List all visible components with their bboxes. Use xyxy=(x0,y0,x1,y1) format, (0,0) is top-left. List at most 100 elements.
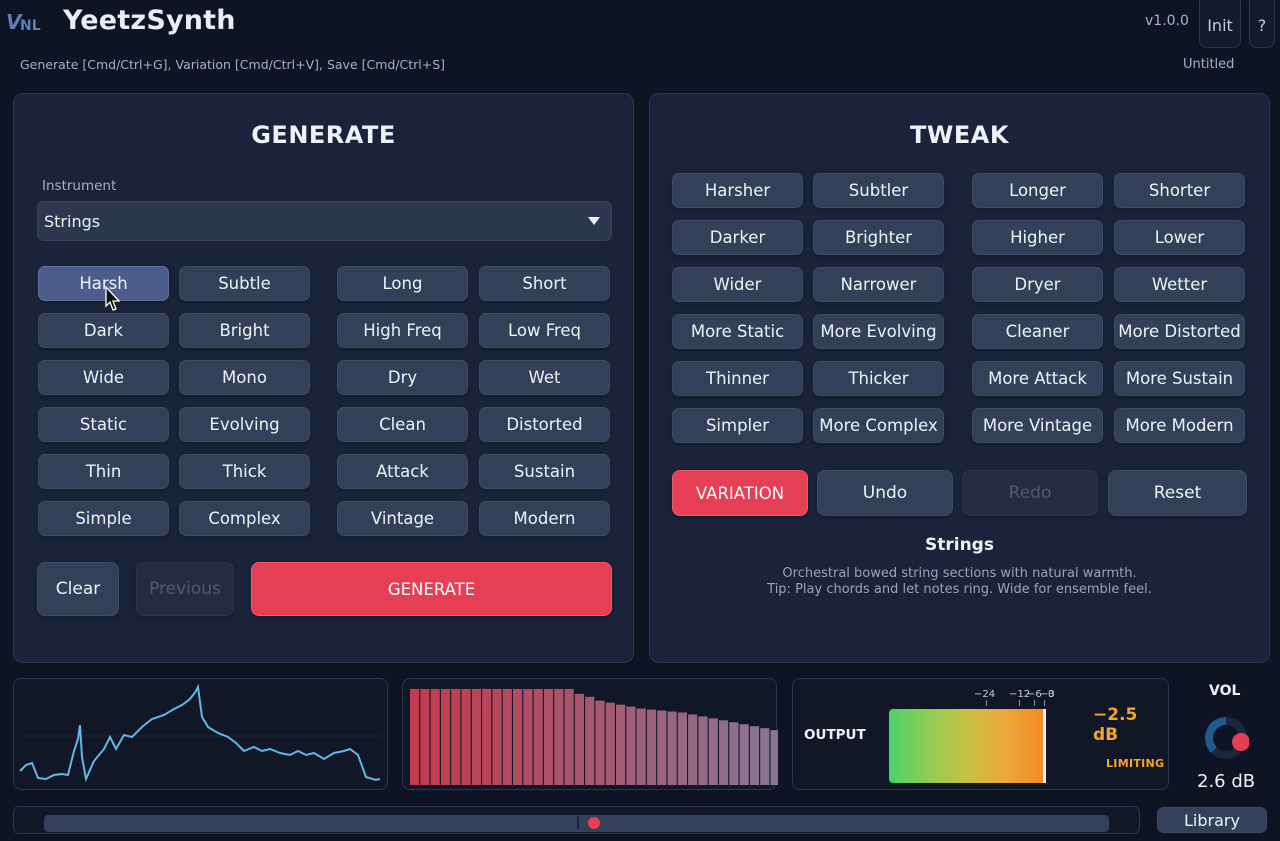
meter-tick-mark xyxy=(1019,700,1020,706)
spectrum-bar xyxy=(574,693,584,785)
tag-modern-button[interactable]: Modern xyxy=(479,501,610,536)
tag-mono-button[interactable]: Mono xyxy=(179,360,310,395)
tweak-panel: TWEAK Harsher Subtler Longer Shorter Darker B… xyxy=(649,93,1270,663)
spectrum-bar xyxy=(760,728,770,785)
tweak-higher-button[interactable]: Higher xyxy=(972,220,1103,255)
instrument-select[interactable]: Strings xyxy=(37,201,612,241)
clear-button[interactable]: Clear xyxy=(37,562,119,616)
tag-long-button[interactable]: Long xyxy=(337,266,468,301)
tag-dry-button[interactable]: Dry xyxy=(337,360,468,395)
tag-sustain-button[interactable]: Sustain xyxy=(479,454,610,489)
tweak-more-distorted-button[interactable]: More Distorted xyxy=(1114,314,1245,349)
tweak-subtler-button[interactable]: Subtler xyxy=(813,173,944,208)
scrollbar-center-mark xyxy=(577,816,579,829)
tag-thin-button[interactable]: Thin xyxy=(38,454,169,489)
waveform-line xyxy=(19,683,381,783)
reset-button[interactable]: Reset xyxy=(1108,470,1247,516)
tag-bright-button[interactable]: Bright xyxy=(179,313,310,348)
tweak-simpler-button[interactable]: Simpler xyxy=(672,408,803,443)
tag-vintage-button[interactable]: Vintage xyxy=(337,501,468,536)
position-dot-icon[interactable] xyxy=(588,817,600,829)
instrument-description: Orchestral bowed string sections with na… xyxy=(650,566,1269,598)
spectrum-bar xyxy=(646,709,657,785)
tweak-lower-button[interactable]: Lower xyxy=(1114,220,1245,255)
tag-clean-button[interactable]: Clean xyxy=(337,407,468,442)
help-button[interactable]: ? xyxy=(1249,0,1275,48)
tweak-more-vintage-button[interactable]: More Vintage xyxy=(972,408,1103,443)
meter-peak-indicator xyxy=(1043,709,1046,783)
waveform-display xyxy=(13,678,388,790)
init-button[interactable]: Init xyxy=(1199,0,1241,48)
tag-evolving-button[interactable]: Evolving xyxy=(179,407,310,442)
tweak-longer-button[interactable]: Longer xyxy=(972,173,1103,208)
spectrum-bar xyxy=(513,688,523,785)
tweak-more-evolving-button[interactable]: More Evolving xyxy=(813,314,944,349)
svg-text:NL: NL xyxy=(20,18,41,34)
tag-low-freq-button[interactable]: Low Freq xyxy=(479,313,610,348)
spectrum-bar xyxy=(543,688,554,785)
generate-button[interactable]: GENERATE xyxy=(251,562,612,616)
spectrum-bar xyxy=(451,688,461,785)
spectrum-bar xyxy=(430,688,440,785)
variation-button[interactable]: VARIATION xyxy=(672,470,808,516)
tweak-wider-button[interactable]: Wider xyxy=(672,267,803,302)
spectrum-bar xyxy=(688,714,698,785)
tweak-harsher-button[interactable]: Harsher xyxy=(672,173,803,208)
spectrum-bar xyxy=(482,688,492,785)
spectrum-graph xyxy=(410,688,780,785)
instrument-label: Instrument xyxy=(42,178,117,194)
tag-high-freq-button[interactable]: High Freq xyxy=(337,313,468,348)
tweak-shorter-button[interactable]: Shorter xyxy=(1114,173,1245,208)
description-tip: Tip: Play chords and let notes ring. Wid… xyxy=(767,582,1152,597)
spectrum-bar xyxy=(698,716,708,785)
preset-name: Untitled xyxy=(1183,57,1235,72)
tag-dark-button[interactable]: Dark xyxy=(38,313,169,348)
redo-button[interactable]: Redo xyxy=(962,470,1098,516)
tweak-narrower-button[interactable]: Narrower xyxy=(813,267,944,302)
tweak-cleaner-button[interactable]: Cleaner xyxy=(972,314,1103,349)
volume-label: VOL xyxy=(1209,683,1241,699)
tag-wide-button[interactable]: Wide xyxy=(38,360,169,395)
tag-attack-button[interactable]: Attack xyxy=(337,454,468,489)
tweak-dryer-button[interactable]: Dryer xyxy=(972,267,1103,302)
previous-button[interactable]: Previous xyxy=(136,562,234,616)
spectrum-bar xyxy=(502,688,512,785)
tweak-brighter-button[interactable]: Brighter xyxy=(813,220,944,255)
tag-simple-button[interactable]: Simple xyxy=(38,501,169,536)
tweak-more-sustain-button[interactable]: More Sustain xyxy=(1114,361,1245,396)
tweak-more-modern-button[interactable]: More Modern xyxy=(1114,408,1245,443)
spectrum-bar xyxy=(770,730,780,785)
output-level-value: −2.5 dB xyxy=(1093,705,1138,745)
tweak-thicker-button[interactable]: Thicker xyxy=(813,361,944,396)
volume-knob[interactable] xyxy=(1203,715,1249,761)
tweak-thinner-button[interactable]: Thinner xyxy=(672,361,803,396)
tag-subtle-button[interactable]: Subtle xyxy=(179,266,310,301)
tag-distorted-button[interactable]: Distorted xyxy=(479,407,610,442)
tweak-more-attack-button[interactable]: More Attack xyxy=(972,361,1103,396)
spectrum-bar xyxy=(749,726,760,785)
tweak-more-complex-button[interactable]: More Complex xyxy=(813,408,944,443)
tag-wet-button[interactable]: Wet xyxy=(479,360,610,395)
spectrum-bar xyxy=(461,688,471,785)
instrument-value: Strings xyxy=(44,211,101,231)
library-button[interactable]: Library xyxy=(1157,807,1267,833)
tag-short-button[interactable]: Short xyxy=(479,266,610,301)
position-scrollbar[interactable] xyxy=(13,806,1140,834)
tweak-darker-button[interactable]: Darker xyxy=(672,220,803,255)
undo-button[interactable]: Undo xyxy=(817,470,953,516)
tag-harsh-button[interactable]: Harsh xyxy=(38,266,169,301)
spectrum-bar xyxy=(585,696,595,785)
tag-thick-button[interactable]: Thick xyxy=(179,454,310,489)
tweak-wetter-button[interactable]: Wetter xyxy=(1114,267,1245,302)
tweak-more-static-button[interactable]: More Static xyxy=(672,314,803,349)
meter-tick-label: −24 xyxy=(974,689,996,700)
spectrum-bar xyxy=(492,688,502,785)
shortcut-hint: Generate [Cmd/Ctrl+G], Variation [Cmd/Ct… xyxy=(20,57,446,72)
tag-static-button[interactable]: Static xyxy=(38,407,169,442)
spectrum-bar xyxy=(708,718,718,785)
app-title: YeetzSynth xyxy=(63,5,236,36)
spectrum-bar xyxy=(657,710,667,785)
tag-complex-button[interactable]: Complex xyxy=(179,501,310,536)
spectrum-bar xyxy=(616,704,626,785)
spectrum-bar xyxy=(533,688,543,785)
